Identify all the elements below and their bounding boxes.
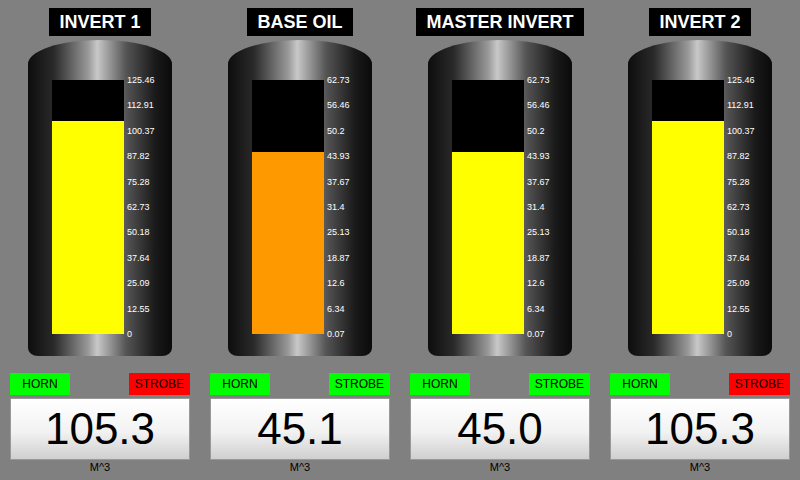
tank-fill bbox=[52, 121, 124, 334]
volume-reading: 45.0 bbox=[410, 398, 590, 460]
scale-tick: 12.6 bbox=[327, 277, 350, 289]
scale-tick: 0.07 bbox=[527, 328, 550, 340]
scale-tick: 112.91 bbox=[727, 99, 755, 111]
scale-tick: 43.93 bbox=[527, 150, 550, 162]
tank-fill bbox=[452, 152, 524, 334]
scale-tick: 12.55 bbox=[727, 303, 755, 315]
scale-tick: 56.46 bbox=[327, 99, 350, 111]
scale-tick: 62.73 bbox=[127, 201, 155, 213]
tank-window bbox=[652, 80, 724, 334]
scale-tick: 6.34 bbox=[527, 303, 550, 315]
tank-scale: 62.73 56.46 50.2 43.93 37.67 31.4 25.13 18.87 12… bbox=[327, 74, 350, 340]
scale-tick: 31.4 bbox=[327, 201, 350, 213]
tank-column: MASTER INVERT 62.73 56.46 50.2 43.93 37.67 31.… bbox=[400, 0, 600, 480]
horn-indicator[interactable]: HORN bbox=[610, 373, 670, 395]
scale-tick: 62.73 bbox=[527, 74, 550, 86]
scale-tick: 18.87 bbox=[327, 252, 350, 264]
tank-title: BASE OIL bbox=[247, 8, 352, 36]
scale-tick: 12.6 bbox=[527, 277, 550, 289]
scale-tick: 87.82 bbox=[727, 150, 755, 162]
tank-title: INVERT 1 bbox=[49, 8, 150, 36]
tank: 125.46 112.91 100.37 87.82 75.28 62.73 50.18 37… bbox=[28, 40, 172, 356]
tank-title: INVERT 2 bbox=[649, 8, 750, 36]
scale-tick: 50.2 bbox=[327, 125, 350, 137]
strobe-indicator[interactable]: STROBE bbox=[329, 373, 390, 395]
scale-tick: 37.67 bbox=[527, 176, 550, 188]
volume-unit: M^3 bbox=[490, 460, 510, 474]
tank-title: MASTER INVERT bbox=[416, 8, 583, 36]
volume-reading: 45.1 bbox=[210, 398, 390, 460]
volume-reading: 105.3 bbox=[610, 398, 790, 460]
tank-column: INVERT 1 125.46 112.91 100.37 87.82 75.28 62.7… bbox=[0, 0, 200, 480]
scale-tick: 56.46 bbox=[527, 99, 550, 111]
scale-tick: 62.73 bbox=[327, 74, 350, 86]
strobe-indicator[interactable]: STROBE bbox=[529, 373, 590, 395]
scale-tick: 0 bbox=[127, 328, 155, 340]
scale-tick: 112.91 bbox=[127, 99, 155, 111]
alarm-indicators: HORN STROBE bbox=[410, 373, 590, 395]
volume-unit: M^3 bbox=[690, 460, 710, 474]
tank-column: INVERT 2 125.46 112.91 100.37 87.82 75.28 62.7… bbox=[600, 0, 800, 480]
tank-scale: 125.46 112.91 100.37 87.82 75.28 62.73 50.18 37… bbox=[727, 74, 755, 340]
scale-tick: 18.87 bbox=[527, 252, 550, 264]
tank-fill bbox=[652, 121, 724, 334]
tank-screen: INVERT 1 125.46 112.91 100.37 87.82 75.28 62.7… bbox=[0, 0, 800, 480]
scale-tick: 43.93 bbox=[327, 150, 350, 162]
scale-tick: 37.67 bbox=[327, 176, 350, 188]
tank-window bbox=[252, 80, 324, 334]
tank-scale: 62.73 56.46 50.2 43.93 37.67 31.4 25.13 18.87 12… bbox=[527, 74, 550, 340]
alarm-indicators: HORN STROBE bbox=[210, 373, 390, 395]
scale-tick: 12.55 bbox=[127, 303, 155, 315]
scale-tick: 25.09 bbox=[727, 277, 755, 289]
scale-tick: 50.18 bbox=[727, 226, 755, 238]
scale-tick: 31.4 bbox=[527, 201, 550, 213]
strobe-indicator[interactable]: STROBE bbox=[129, 373, 190, 395]
scale-tick: 25.09 bbox=[127, 277, 155, 289]
scale-tick: 0.07 bbox=[327, 328, 350, 340]
strobe-indicator[interactable]: STROBE bbox=[729, 373, 790, 395]
scale-tick: 25.13 bbox=[527, 226, 550, 238]
tank-column: BASE OIL 62.73 56.46 50.2 43.93 37.67 31.4 25.1… bbox=[200, 0, 400, 480]
tank: 125.46 112.91 100.37 87.82 75.28 62.73 50.18 37… bbox=[628, 40, 772, 356]
scale-tick: 100.37 bbox=[127, 125, 155, 137]
tank-window bbox=[452, 80, 524, 334]
tank: 62.73 56.46 50.2 43.93 37.67 31.4 25.13 18.87 12… bbox=[228, 40, 372, 356]
scale-tick: 125.46 bbox=[127, 74, 155, 86]
scale-tick: 37.64 bbox=[127, 252, 155, 264]
scale-tick: 75.28 bbox=[127, 176, 155, 188]
volume-reading: 105.3 bbox=[10, 398, 190, 460]
scale-tick: 6.34 bbox=[327, 303, 350, 315]
tank-scale: 125.46 112.91 100.37 87.82 75.28 62.73 50.18 37… bbox=[127, 74, 155, 340]
tank-fill bbox=[252, 152, 324, 334]
scale-tick: 25.13 bbox=[327, 226, 350, 238]
scale-tick: 0 bbox=[727, 328, 755, 340]
alarm-indicators: HORN STROBE bbox=[10, 373, 190, 395]
volume-unit: M^3 bbox=[90, 460, 110, 474]
alarm-indicators: HORN STROBE bbox=[610, 373, 790, 395]
scale-tick: 62.73 bbox=[727, 201, 755, 213]
scale-tick: 100.37 bbox=[727, 125, 755, 137]
tank: 62.73 56.46 50.2 43.93 37.67 31.4 25.13 18.87 12… bbox=[428, 40, 572, 356]
scale-tick: 50.2 bbox=[527, 125, 550, 137]
scale-tick: 75.28 bbox=[727, 176, 755, 188]
horn-indicator[interactable]: HORN bbox=[10, 373, 70, 395]
scale-tick: 37.64 bbox=[727, 252, 755, 264]
scale-tick: 125.46 bbox=[727, 74, 755, 86]
tank-window bbox=[52, 80, 124, 334]
horn-indicator[interactable]: HORN bbox=[410, 373, 470, 395]
scale-tick: 50.18 bbox=[127, 226, 155, 238]
horn-indicator[interactable]: HORN bbox=[210, 373, 270, 395]
volume-unit: M^3 bbox=[290, 460, 310, 474]
scale-tick: 87.82 bbox=[127, 150, 155, 162]
